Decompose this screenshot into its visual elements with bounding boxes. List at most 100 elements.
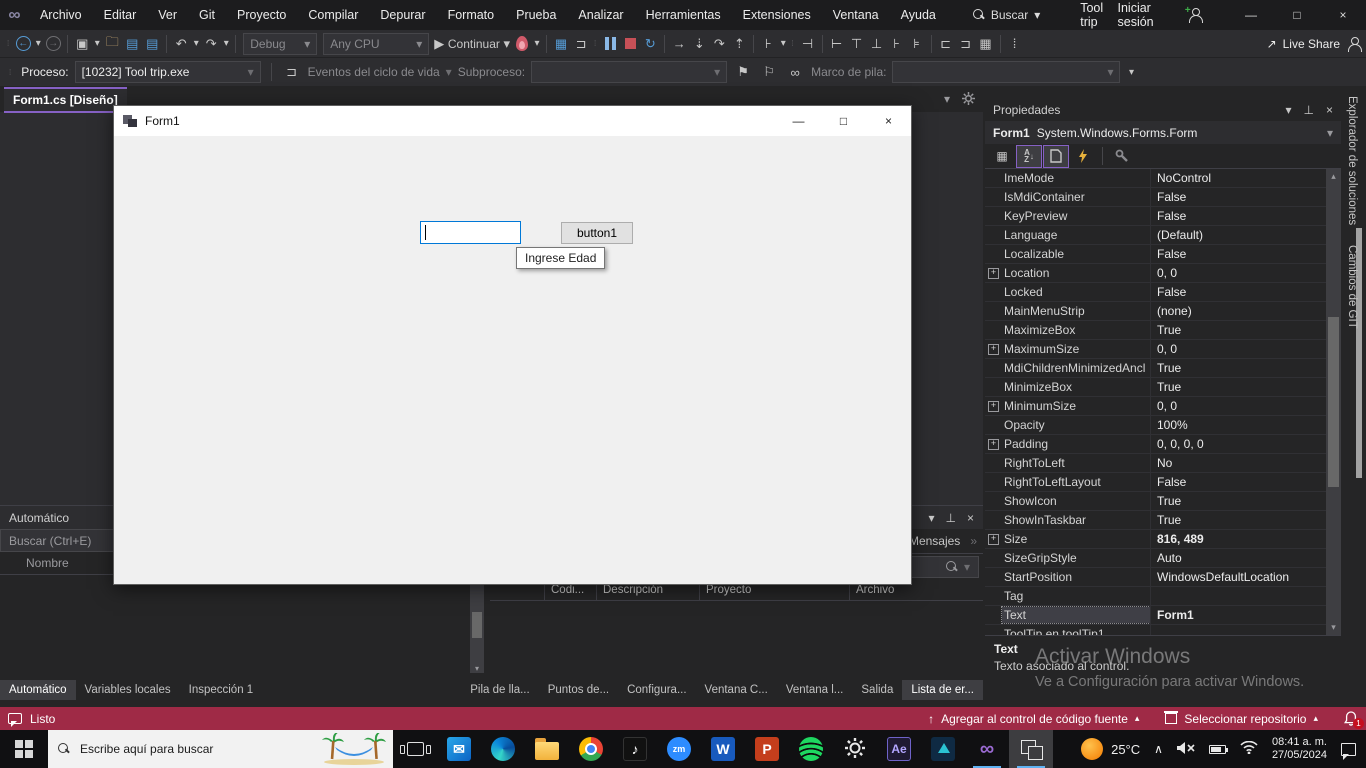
form1-title-bar[interactable]: Form1 — □ × <box>114 106 911 136</box>
suppress-icon[interactable]: ∞ <box>785 61 805 83</box>
scroll-up-icon[interactable]: ▴ <box>1331 171 1336 182</box>
sign-in-button[interactable]: Iniciar sesión + <box>1118 1 1201 29</box>
taskbar-app-spotify[interactable] <box>789 730 833 768</box>
property-value[interactable]: 0, 0 <box>1150 340 1326 358</box>
save-all-button[interactable]: ▤ <box>142 33 162 55</box>
make-same-size-button[interactable]: ▦ <box>976 33 996 55</box>
property-row[interactable]: SizeGripStyle Auto <box>985 549 1326 568</box>
window-position-icon[interactable]: ▾ <box>1286 103 1292 117</box>
categorized-button[interactable]: ▦ <box>990 146 1014 167</box>
restore-button[interactable]: □ <box>1274 0 1320 30</box>
restart-button[interactable]: ↻ <box>640 33 660 55</box>
chevron-down-icon[interactable]: ▾ <box>92 33 102 55</box>
toolbar-grip[interactable]: ⁞ <box>791 39 794 48</box>
weather-widget[interactable]: 25°C <box>1081 738 1140 760</box>
property-value[interactable]: True <box>1150 511 1326 529</box>
menu-item[interactable]: Analizar <box>567 0 634 30</box>
scrollbar-thumb[interactable] <box>1328 317 1339 487</box>
clock-widget[interactable]: 08:41 a. m. 27/05/2024 <box>1272 736 1327 762</box>
alphabetical-button[interactable]: AZ↓ <box>1017 146 1041 167</box>
menu-item[interactable]: Ventana <box>822 0 890 30</box>
property-value[interactable]: WindowsDefaultLocation <box>1150 568 1326 586</box>
window-position-icon[interactable]: ▾ <box>929 511 935 525</box>
properties-view-button[interactable] <box>1044 146 1068 167</box>
toolbar-overflow-icon[interactable]: » <box>970 534 977 548</box>
show-output-button[interactable]: ⊐ <box>571 33 591 55</box>
close-icon[interactable]: × <box>967 511 974 525</box>
property-value[interactable] <box>1150 587 1326 605</box>
step-over-button[interactable]: ↷ <box>709 33 729 55</box>
tool-window-tab[interactable]: Salida <box>852 680 902 700</box>
menu-item[interactable]: Archivo <box>29 0 93 30</box>
tool-window-tab[interactable]: Puntos de... <box>539 680 618 700</box>
redo-button[interactable]: ↷ <box>201 33 221 55</box>
property-row[interactable]: MaximumSize 0, 0 <box>985 340 1326 359</box>
properties-scrollbar[interactable]: ▴ ▾ <box>1326 169 1341 635</box>
chevron-down-icon[interactable]: ▾ <box>191 33 201 55</box>
property-row[interactable]: MaximizeBox True <box>985 321 1326 340</box>
expand-icon[interactable] <box>985 534 1002 545</box>
property-row[interactable]: ToolTip en toolTip1 <box>985 625 1326 636</box>
property-row[interactable]: MainMenuStrip (none) <box>985 302 1326 321</box>
feedback-icon[interactable] <box>8 713 22 724</box>
property-row[interactable]: MinimumSize 0, 0 <box>985 397 1326 416</box>
property-row[interactable]: Language (Default) <box>985 226 1326 245</box>
menu-item[interactable]: Compilar <box>297 0 369 30</box>
task-view-button[interactable] <box>393 730 437 768</box>
menu-item[interactable]: Prueba <box>505 0 567 30</box>
property-row[interactable]: RightToLeftLayout False <box>985 473 1326 492</box>
expand-icon[interactable] <box>985 344 1002 355</box>
property-row[interactable]: ShowIcon True <box>985 492 1326 511</box>
property-value[interactable] <box>1150 625 1326 636</box>
active-files-dropdown-icon[interactable]: ▾ <box>944 92 950 108</box>
toolbar-grip[interactable]: ⁞ <box>594 39 597 48</box>
title-search[interactable]: Buscar ▾ <box>973 8 1040 22</box>
property-value[interactable]: 0, 0, 0, 0 <box>1150 435 1326 453</box>
save-button[interactable]: ▤ <box>122 33 142 55</box>
property-value[interactable]: False <box>1150 207 1326 225</box>
taskbar-app-tiktok[interactable]: ♪ <box>613 730 657 768</box>
continue-button[interactable]: ▶ Continuar ▾ <box>432 33 512 55</box>
property-value[interactable]: False <box>1150 245 1326 263</box>
property-row[interactable]: IsMdiContainer False <box>985 188 1326 207</box>
property-pages-button[interactable] <box>1110 146 1134 167</box>
property-row[interactable]: Tag <box>985 587 1326 606</box>
chevron-down-icon[interactable]: ▾ <box>221 33 231 55</box>
show-next-statement-button[interactable]: → <box>669 33 689 55</box>
close-icon[interactable]: × <box>1326 103 1333 117</box>
taskbar-search-input[interactable]: Escribe aquí para buscar <box>48 730 393 768</box>
close-button[interactable]: × <box>866 106 911 136</box>
property-row[interactable]: Location 0, 0 <box>985 264 1326 283</box>
undo-button[interactable]: ↶ <box>171 33 191 55</box>
property-value[interactable]: Form1 <box>1150 606 1326 624</box>
property-value[interactable]: 100% <box>1150 416 1326 434</box>
taskbar-app-current-window[interactable] <box>1009 730 1053 768</box>
tool-window-tab[interactable]: Ventana l... <box>777 680 853 700</box>
property-row[interactable]: ImeMode NoControl <box>985 169 1326 188</box>
new-item-button[interactable]: ▣ <box>72 33 92 55</box>
tool-window-tab[interactable]: Configura... <box>618 680 695 700</box>
document-options-icon[interactable] <box>962 92 975 108</box>
property-row[interactable]: Locked False <box>985 283 1326 302</box>
pin-icon[interactable]: ⊥ <box>946 511 956 525</box>
taskbar-app-after-effects[interactable]: Ae <box>877 730 921 768</box>
minimize-button[interactable]: — <box>776 106 821 136</box>
taskbar-app-powerpoint[interactable]: P <box>745 730 789 768</box>
close-button[interactable]: × <box>1320 0 1366 30</box>
start-button[interactable] <box>0 730 48 768</box>
property-row[interactable]: Size 816, 489 <box>985 530 1326 549</box>
property-value[interactable]: 0, 0 <box>1150 397 1326 415</box>
pause-button[interactable] <box>600 33 620 55</box>
notifications-bell-icon[interactable]: 1 <box>1344 711 1358 726</box>
step-out-button[interactable]: ⇡ <box>729 33 749 55</box>
taskbar-app-settings[interactable] <box>833 730 877 768</box>
chevron-down-icon[interactable]: ▾ <box>446 65 452 79</box>
property-value[interactable]: 816, 489 <box>1150 530 1326 548</box>
align-lefts-button[interactable]: ⊣ <box>798 33 818 55</box>
process-dropdown[interactable]: [10232] Tool trip.exe▾ <box>75 61 261 83</box>
properties-title-bar[interactable]: Propiedades ▾ ⊥ × <box>985 98 1341 121</box>
align-tops-button[interactable]: ⊥ <box>867 33 887 55</box>
property-value[interactable]: True <box>1150 492 1326 510</box>
property-value[interactable]: True <box>1150 359 1326 377</box>
make-same-width-button[interactable]: ⊏ <box>936 33 956 55</box>
